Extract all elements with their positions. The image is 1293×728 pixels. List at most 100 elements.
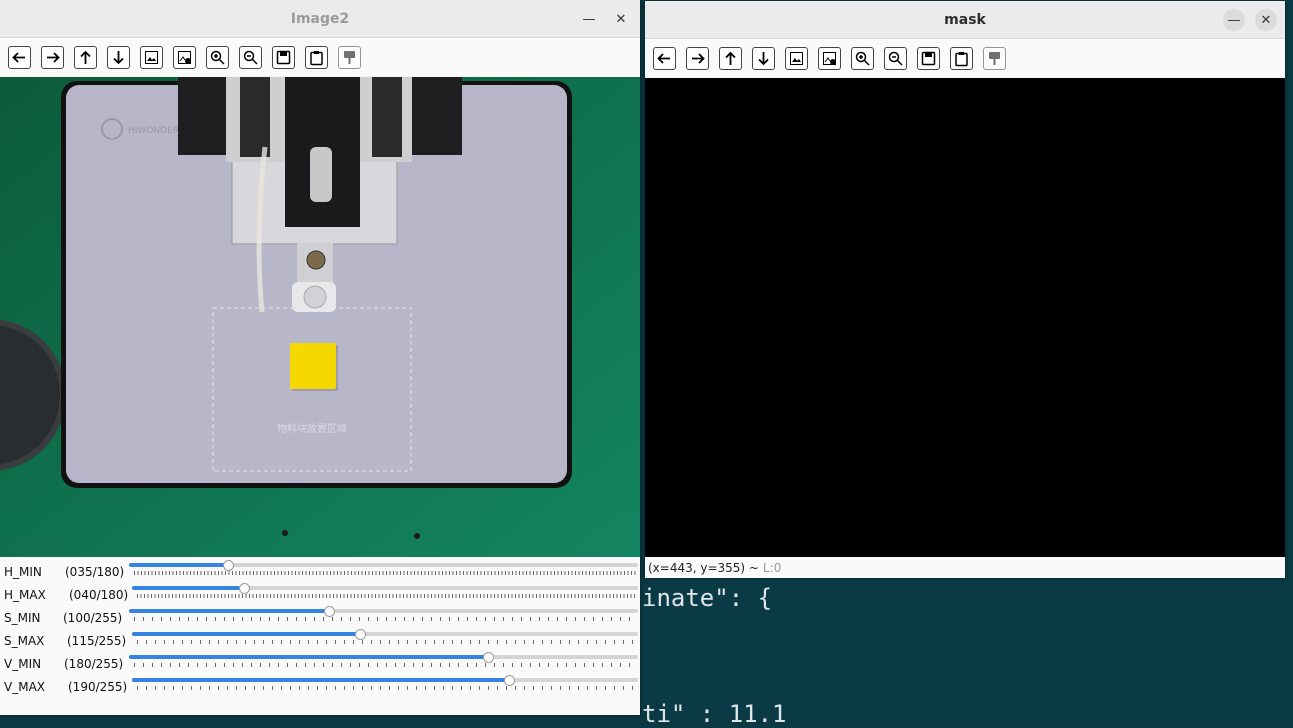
trackbar-v-min[interactable]: V_MIN (180/255) bbox=[0, 652, 640, 676]
arrow-up-icon bbox=[80, 50, 91, 64]
trackbar-h-max[interactable]: H_MAX (040/180) bbox=[0, 583, 640, 607]
trackbar-v-max[interactable]: V_MAX (190/255) bbox=[0, 675, 640, 699]
zoom-in-button[interactable] bbox=[851, 46, 874, 70]
trackbar-s-max[interactable]: S_MAX (115/255) bbox=[0, 629, 640, 653]
close-button[interactable]: ✕ bbox=[610, 8, 632, 30]
arrow-down-button[interactable] bbox=[752, 46, 775, 70]
arrow-left-button[interactable] bbox=[8, 45, 31, 69]
zoom-out-icon bbox=[888, 51, 903, 66]
trackbar-fill bbox=[129, 655, 489, 659]
trackbar-fill bbox=[132, 632, 361, 636]
arrow-down-icon bbox=[758, 51, 769, 65]
clipboard-button[interactable] bbox=[950, 46, 973, 70]
trackbar-handle[interactable] bbox=[483, 652, 495, 663]
trackbar-label: S_MAX bbox=[4, 634, 45, 648]
titlebar[interactable]: Image2 — ✕ bbox=[0, 0, 640, 38]
status-level: L:0 bbox=[762, 560, 782, 575]
arrow-left-icon bbox=[657, 52, 670, 64]
code-line: inate": { bbox=[642, 584, 773, 612]
image-button[interactable] bbox=[785, 46, 808, 70]
close-button[interactable]: ✕ bbox=[1255, 9, 1277, 31]
trackbar-label: V_MAX bbox=[4, 680, 45, 694]
image2-window[interactable]: Image2 — ✕ HIWONDER 物料块放置区域 H_MIN (035/1… bbox=[0, 0, 640, 715]
image-save-button[interactable] bbox=[818, 46, 841, 70]
window-title: Image2 bbox=[290, 10, 350, 27]
arrow-left-icon bbox=[12, 51, 25, 63]
properties-icon bbox=[344, 50, 355, 64]
trackbar-fill bbox=[132, 586, 245, 590]
trackbar-ticks bbox=[134, 617, 637, 621]
arrow-right-button[interactable] bbox=[41, 45, 64, 69]
arrow-right-button[interactable] bbox=[686, 46, 709, 70]
trackbar-track[interactable] bbox=[132, 632, 638, 636]
trackbar-value: (035/180) bbox=[65, 565, 125, 579]
save-button[interactable] bbox=[272, 45, 295, 69]
minimize-button[interactable]: — bbox=[1223, 9, 1245, 31]
trackbar-ticks bbox=[137, 594, 637, 598]
clipboard-icon bbox=[310, 50, 323, 65]
placement-area-label: 物料块放置区域 bbox=[277, 424, 347, 435]
zoom-out-button[interactable] bbox=[239, 45, 262, 69]
minimize-button[interactable]: — bbox=[578, 8, 600, 30]
trackbar-handle[interactable] bbox=[222, 560, 234, 571]
trackbar-handle[interactable] bbox=[239, 583, 251, 594]
image-button[interactable] bbox=[140, 45, 163, 69]
trackbar-track[interactable] bbox=[132, 586, 638, 590]
yellow-cube bbox=[290, 343, 336, 389]
status-coords: (x=443, y=355) ~ bbox=[648, 560, 759, 575]
image-icon bbox=[790, 51, 803, 65]
trackbar-track[interactable] bbox=[129, 563, 638, 567]
zoom-in-button[interactable] bbox=[206, 45, 229, 69]
properties-icon bbox=[989, 51, 1000, 65]
arrow-up-icon bbox=[725, 51, 736, 65]
trackbar-fill bbox=[132, 678, 510, 682]
toolbar bbox=[0, 38, 640, 76]
image-save-icon bbox=[823, 51, 836, 65]
arrow-down-icon bbox=[113, 50, 124, 64]
trackbar-handle[interactable] bbox=[323, 606, 335, 617]
titlebar[interactable]: mask — ✕ bbox=[645, 1, 1285, 39]
arrow-down-button[interactable] bbox=[107, 45, 130, 69]
trackbar-label: S_MIN bbox=[4, 611, 41, 625]
clipboard-icon bbox=[955, 51, 968, 66]
camera-image[interactable]: HIWONDER 物料块放置区域 bbox=[0, 77, 640, 557]
zoom-out-button[interactable] bbox=[884, 46, 907, 70]
trackbar-fill bbox=[129, 609, 329, 613]
arrow-up-button[interactable] bbox=[719, 46, 742, 70]
properties-button[interactable] bbox=[338, 45, 361, 69]
toolbar bbox=[645, 39, 1285, 77]
window-title: mask bbox=[944, 11, 986, 28]
trackbar-label: V_MIN bbox=[4, 657, 42, 671]
trackbar-handle[interactable] bbox=[355, 629, 367, 640]
image-save-icon bbox=[178, 50, 191, 64]
save-icon bbox=[276, 50, 291, 64]
trackbar-track[interactable] bbox=[132, 678, 638, 682]
arrow-up-button[interactable] bbox=[74, 45, 97, 69]
arrow-right-icon bbox=[692, 52, 705, 64]
trackbar-handle[interactable] bbox=[504, 675, 516, 686]
trackbar-value: (100/255) bbox=[63, 611, 123, 625]
mask-image[interactable] bbox=[645, 78, 1285, 557]
trackbar-h-min[interactable]: H_MIN (035/180) bbox=[0, 560, 640, 584]
zoom-out-icon bbox=[243, 50, 258, 65]
trackbar-ticks bbox=[137, 640, 637, 644]
save-icon bbox=[921, 51, 936, 65]
trackbar-label: H_MAX bbox=[4, 588, 46, 602]
arrow-left-button[interactable] bbox=[653, 46, 676, 70]
clipboard-button[interactable] bbox=[305, 45, 328, 69]
image-save-button[interactable] bbox=[173, 45, 196, 69]
zoom-in-icon bbox=[210, 50, 225, 65]
trackbar-track[interactable] bbox=[129, 655, 638, 659]
trackbar-ticks bbox=[134, 663, 637, 667]
trackbar-s-min[interactable]: S_MIN (100/255) bbox=[0, 606, 640, 630]
zoom-in-icon bbox=[855, 51, 870, 66]
trackbar-value: (115/255) bbox=[67, 634, 127, 648]
code-line: ti" : 11.1 bbox=[642, 700, 787, 728]
mask-window[interactable]: mask — ✕ (x=443, y=355) ~ L:0 bbox=[645, 1, 1285, 578]
trackbar-fill bbox=[129, 563, 228, 567]
trackbar-track[interactable] bbox=[129, 609, 638, 613]
save-button[interactable] bbox=[917, 46, 940, 70]
properties-button[interactable] bbox=[983, 46, 1006, 70]
trackbar-label: H_MIN bbox=[4, 565, 42, 579]
trackbar-value: (040/180) bbox=[69, 588, 129, 602]
